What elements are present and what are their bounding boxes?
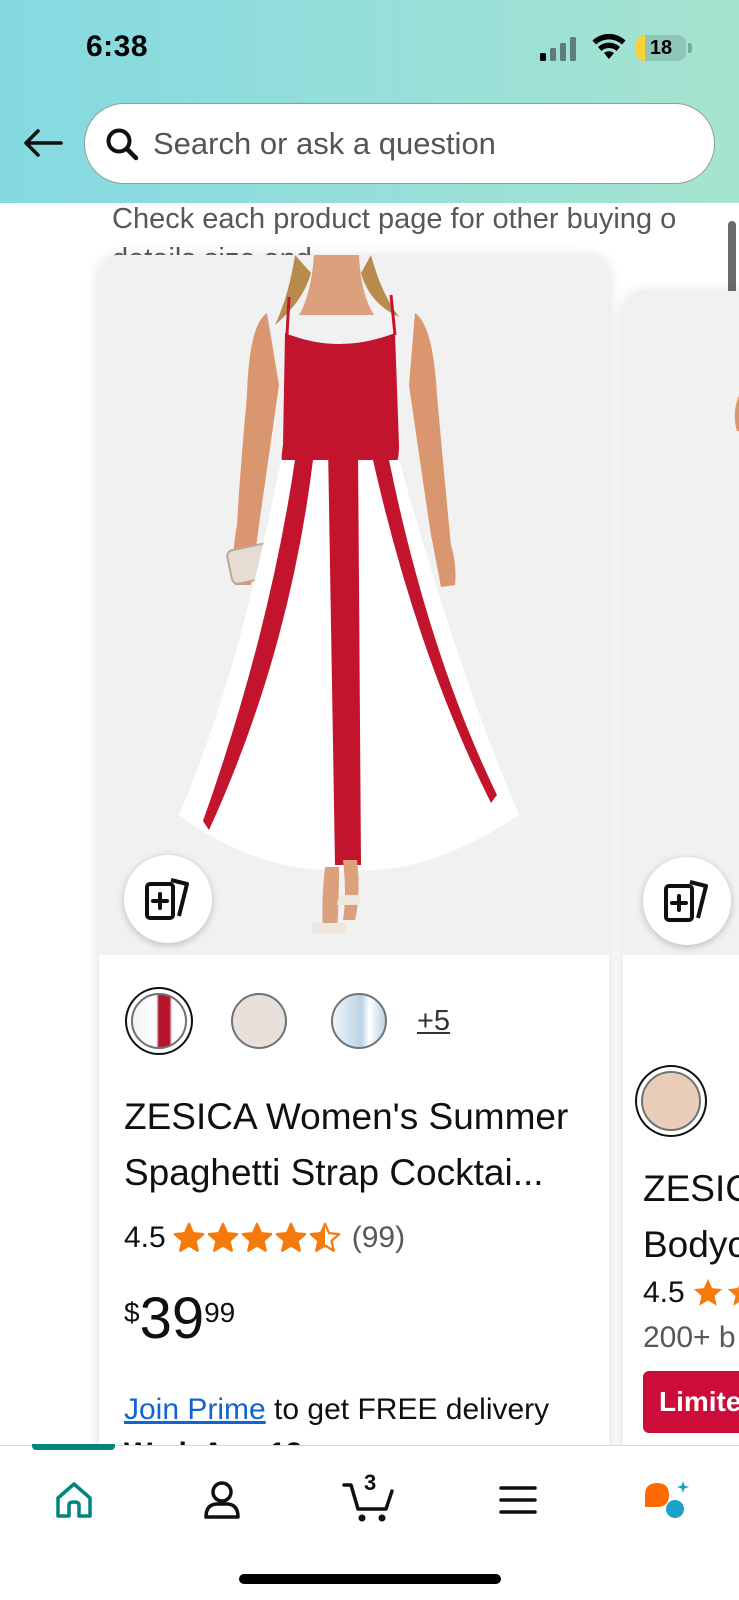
search-bar[interactable]: [84, 103, 715, 184]
delivery-text: to get FREE delivery: [265, 1393, 550, 1426]
star-full-icon: [241, 1222, 273, 1252]
product-image[interactable]: [99, 255, 609, 955]
nav-menu[interactable]: [478, 1470, 558, 1530]
product-image-next[interactable]: [623, 291, 739, 955]
join-prime-link[interactable]: Join Prime: [124, 1393, 266, 1426]
nav-cart[interactable]: 3: [330, 1470, 410, 1530]
search-icon: [106, 128, 139, 160]
star-icon: [727, 1285, 739, 1306]
account-icon: [204, 1481, 240, 1519]
cart-count-badge: 3: [364, 1470, 377, 1495]
arrow-left-icon: [24, 129, 63, 157]
price-symbol: $: [124, 1297, 140, 1328]
back-button[interactable]: [20, 120, 66, 166]
star-full-icon: [173, 1222, 205, 1252]
menu-icon: [499, 1486, 537, 1514]
star-icon: [693, 1278, 722, 1306]
app-header: 6:38 18: [0, 0, 739, 203]
compare-cards-icon: [145, 878, 189, 920]
color-swatches: +5: [131, 993, 450, 1049]
home-icon: [56, 1482, 92, 1518]
dress-photo: [99, 255, 609, 955]
star-half-icon: [309, 1222, 341, 1252]
results-content: Check each product page for other buying…: [0, 203, 739, 1445]
rating-count: (99): [351, 1221, 406, 1254]
nav-active-indicator: [32, 1444, 115, 1450]
search-input[interactable]: [153, 125, 714, 162]
color-swatch-blue[interactable]: [331, 993, 387, 1049]
compare-cards-icon: [664, 880, 708, 922]
product-title-line1: ZESICA Women's Summer: [124, 1096, 569, 1137]
nav-rufus-assistant[interactable]: [626, 1470, 706, 1530]
buying-options-notice: Check each product page for other buying…: [112, 203, 677, 235]
more-colors-link[interactable]: +5: [417, 1005, 450, 1038]
status-time: 6:38: [86, 30, 149, 63]
product-card[interactable]: +5 ZESICA Women's Summer Spaghetti Strap…: [99, 255, 609, 1445]
price-fraction: 99: [204, 1297, 236, 1328]
battery-nub: [688, 43, 692, 53]
cellular-signal-icon: [540, 37, 576, 61]
star-rating: [172, 1221, 342, 1255]
rating-value-next: 4.5: [643, 1276, 685, 1309]
color-swatch-nude[interactable]: [641, 1071, 701, 1131]
product-title-line2: Spaghetti Strap Cocktai...: [124, 1152, 544, 1193]
rating-value: 4.5: [124, 1221, 166, 1254]
product-title-next[interactable]: ZESIC Bodyc: [643, 1161, 739, 1273]
dress-photo-next: [623, 291, 739, 955]
product-title[interactable]: ZESICA Women's Summer Spaghetti Strap Co…: [124, 1089, 594, 1201]
bottom-navigation: 3: [0, 1444, 739, 1600]
product-card-next[interactable]: ZESIC Bodyc 4.5 200+ b Limite $ 31: [623, 291, 739, 1445]
star-full-icon: [275, 1222, 307, 1252]
nav-account[interactable]: [182, 1470, 262, 1530]
rating-row-next[interactable]: 4.5: [643, 1276, 739, 1310]
product-title-next-line2: Bodyc: [643, 1224, 739, 1265]
rufus-icon: [645, 1481, 689, 1518]
price-whole: 39: [139, 1286, 205, 1351]
delivery-date: Wed, Aug 13: [124, 1437, 302, 1445]
home-indicator[interactable]: [239, 1574, 501, 1584]
delivery-info: Join Prime to get FREE delivery Wed, Aug…: [124, 1388, 594, 1445]
nav-home[interactable]: [34, 1470, 114, 1530]
battery-indicator: 18: [636, 35, 686, 61]
product-title-next-line1: ZESIC: [643, 1168, 739, 1209]
limited-deal-badge: Limite: [643, 1371, 739, 1433]
color-swatch-beige[interactable]: [231, 993, 287, 1049]
add-to-compare-button[interactable]: [124, 855, 212, 943]
rating-row[interactable]: 4.5 (99): [124, 1221, 405, 1255]
color-swatch-red-white[interactable]: [131, 993, 187, 1049]
add-to-compare-button-next[interactable]: [643, 857, 731, 945]
price: $ 39 99: [124, 1287, 235, 1351]
battery-level-text: 18: [649, 36, 673, 59]
wifi-icon: [592, 33, 626, 59]
star-full-icon: [207, 1222, 239, 1252]
bought-count-next: 200+ b: [643, 1321, 736, 1354]
